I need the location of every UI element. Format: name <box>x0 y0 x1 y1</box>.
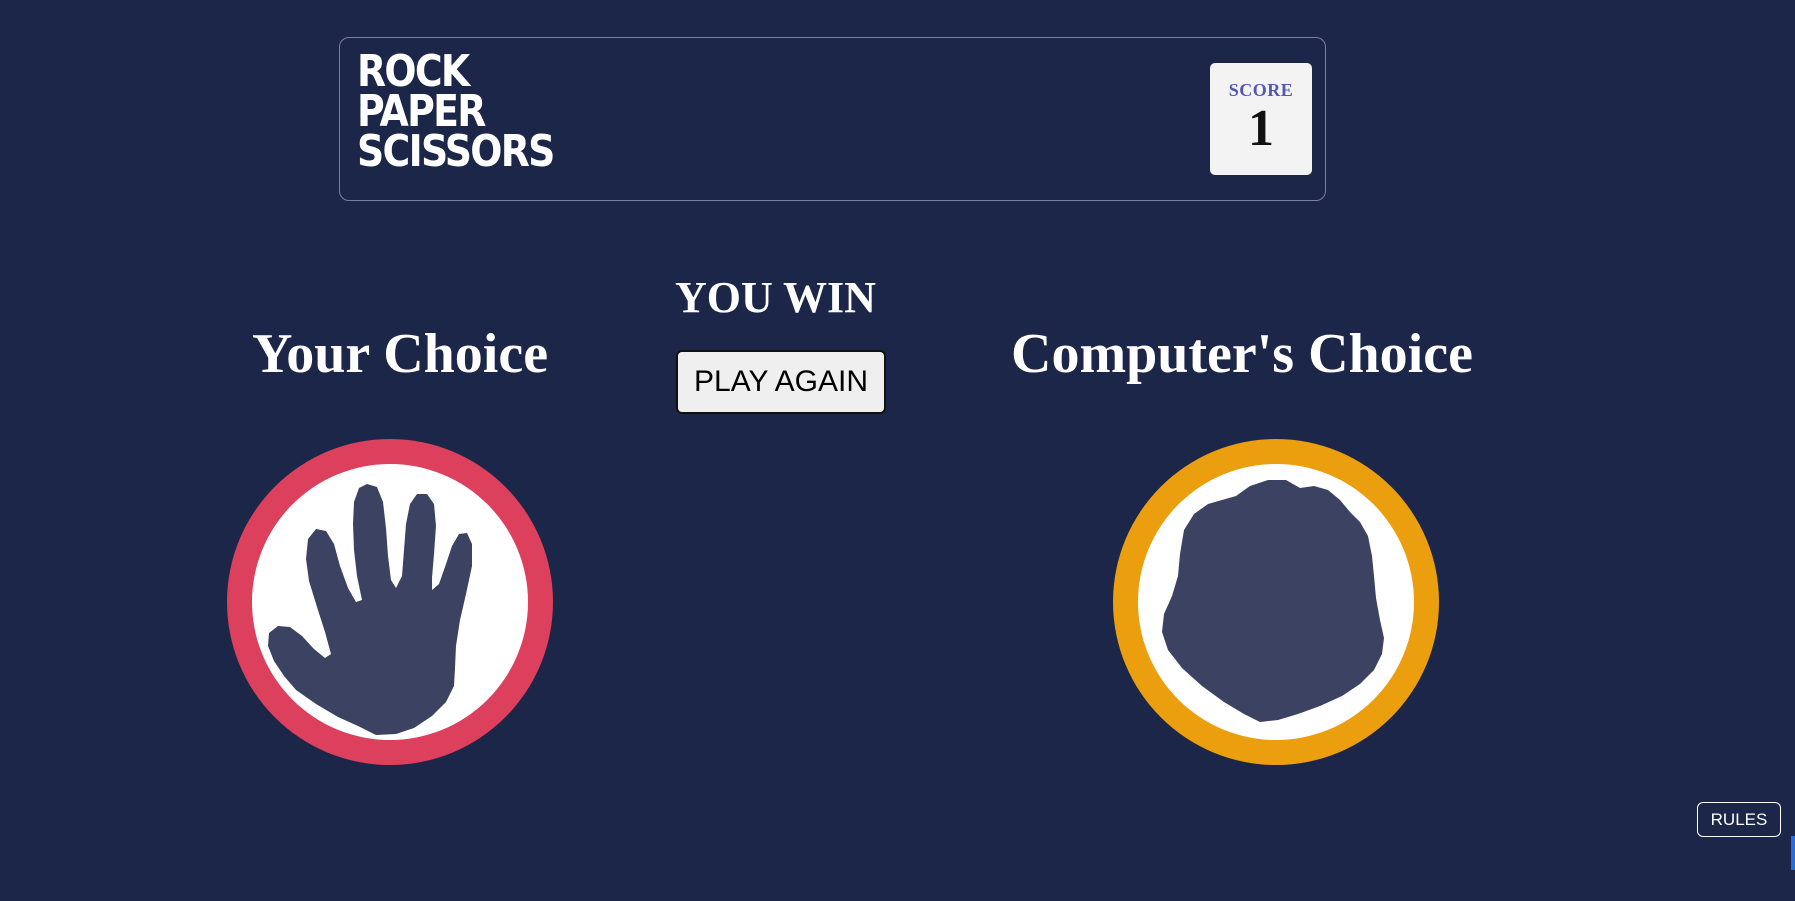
score-label: SCORE <box>1228 80 1294 100</box>
game-logo: ROCK PAPER SCISSORS <box>357 50 555 177</box>
score-value: 1 <box>1248 100 1274 157</box>
paper-hand-icon <box>268 484 472 735</box>
computer-choice-heading: Computer's Choice <box>1011 323 1473 385</box>
computer-choice-token <box>1113 439 1439 765</box>
scrollbar-edge <box>1791 836 1795 870</box>
rock-fist-icon <box>1162 480 1384 722</box>
computer-token-face <box>1138 464 1414 740</box>
rules-button[interactable]: RULES <box>1697 802 1781 837</box>
player-token-face <box>252 464 528 740</box>
result-text: YOU WIN <box>675 273 876 322</box>
logo-line-scissors: SCISSORS <box>357 126 555 177</box>
player-choice-token <box>227 439 553 765</box>
score-box: SCORE 1 <box>1210 63 1312 175</box>
play-again-button[interactable]: PLAY AGAIN <box>676 350 886 414</box>
your-choice-heading: Your Choice <box>252 323 549 385</box>
game-header: ROCK PAPER SCISSORS SCORE 1 <box>339 37 1326 201</box>
